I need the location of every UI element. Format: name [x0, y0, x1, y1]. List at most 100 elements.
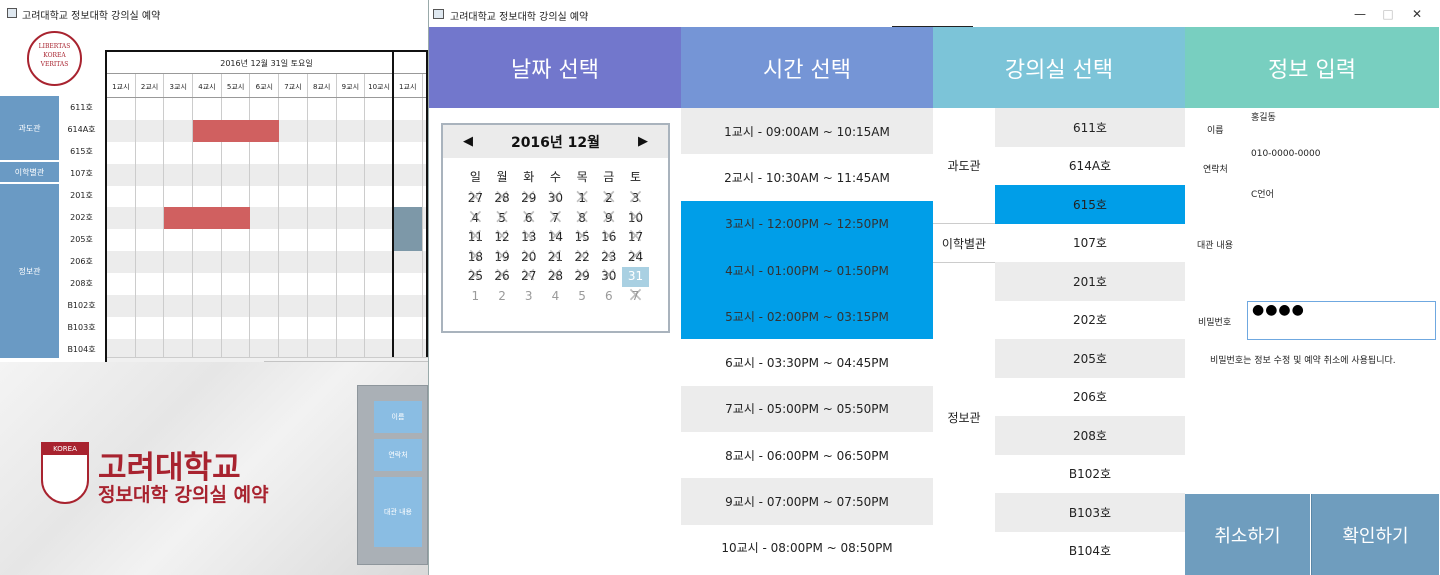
time-slot[interactable]: 8교시 - 06:00PM ~ 06:50PM: [681, 432, 933, 478]
reserved-slot[interactable]: [164, 207, 194, 230]
building-column: 과도관 이학별관 정보관: [0, 96, 59, 360]
calendar-month-label[interactable]: 2016년 12월: [511, 132, 600, 152]
period-label: 3교시: [164, 74, 194, 97]
calendar-day: 25: [462, 265, 489, 287]
grid-row: [107, 98, 426, 120]
building-label: 이학별관: [0, 162, 59, 184]
room-label: 208호: [70, 279, 93, 288]
minimize-button[interactable]: —: [1345, 5, 1375, 23]
building-item[interactable]: 이학별관: [933, 223, 995, 263]
reserved-slot[interactable]: [221, 119, 251, 142]
content-field[interactable]: C언어: [1251, 187, 1274, 200]
grid-period-header: 1교시 2교시 3교시 4교시 5교시 6교시 7교시 8교시 9교시 10교시…: [107, 74, 426, 98]
time-slot[interactable]: 6교시 - 03:30PM ~ 04:45PM: [681, 339, 933, 385]
reserved-slot[interactable]: [393, 229, 423, 252]
prev-month-icon[interactable]: ◀: [463, 134, 473, 149]
grid-row: [107, 119, 426, 142]
room-label: 615호: [70, 147, 93, 156]
room-item[interactable]: 205호: [995, 339, 1185, 378]
room-label: 206호: [70, 257, 93, 266]
weekday-row: 일 월 화 수 목 금 토: [443, 158, 668, 185]
room-label: B102호: [67, 301, 96, 310]
calendar-day: 7: [622, 285, 649, 307]
grid-row: [107, 295, 426, 317]
time-slot[interactable]: 10교시 - 08:00PM ~ 08:50PM: [681, 525, 933, 571]
time-slot-selected[interactable]: 4교시 - 01:00PM ~ 01:50PM: [681, 246, 933, 294]
period-label: 8교시: [308, 74, 337, 97]
weekday-label: 화: [523, 170, 535, 184]
weekday-label: 토: [629, 170, 641, 184]
period-label: 2교시: [136, 74, 165, 97]
content-label: 대관 내용: [1197, 241, 1233, 251]
room-item[interactable]: 614A호: [995, 147, 1185, 186]
reserved-slot[interactable]: [193, 207, 222, 230]
building-item[interactable]: 과도관: [933, 108, 995, 223]
panel-contact-label: 연락처: [374, 439, 422, 471]
building-label: 정보관: [0, 184, 59, 360]
building-item[interactable]: 정보관: [933, 263, 995, 571]
calendar-day[interactable]: 3: [515, 287, 542, 307]
reserved-slot[interactable]: [250, 119, 280, 142]
password-value: ●●●●: [1252, 302, 1305, 318]
brand-subtitle: 정보대학 강의실 예약: [98, 484, 269, 506]
period-label: 4교시: [193, 74, 222, 97]
password-field[interactable]: ●●●●: [1247, 301, 1436, 340]
room-label: 201호: [70, 191, 93, 200]
time-slot[interactable]: 2교시 - 10:30AM ~ 11:45AM: [681, 154, 933, 200]
room-item[interactable]: B104호: [995, 532, 1185, 571]
weekday-label: 수: [549, 170, 561, 184]
period-label: 1교시: [394, 74, 423, 97]
grid-row: [107, 229, 426, 252]
grid-date: 2016년 12월 31일 토요일: [107, 52, 426, 74]
reservation-window: 고려대학교 정보대학 강의실 예약 — □ ✕ 날짜 선택 시간 선택 강의실 …: [428, 0, 1439, 575]
time-slot-selected[interactable]: 3교시 - 12:00PM ~ 12:50PM: [681, 200, 933, 247]
calendar-day[interactable]: 4: [542, 287, 569, 307]
grid-row: [107, 163, 426, 186]
room-label: 107호: [70, 169, 93, 178]
close-button[interactable]: ✕: [1402, 5, 1432, 23]
calendar-day[interactable]: 5: [569, 287, 596, 307]
calendar-day[interactable]: 1: [462, 287, 489, 307]
university-emblem: KOREA: [41, 442, 89, 504]
reserved-slot[interactable]: [221, 207, 251, 230]
room-item[interactable]: 202호: [995, 301, 1185, 340]
calendar-days: 27 28 29 30 1 2 3 4 5 6 7 8 9 10 11 12 1…: [443, 185, 653, 306]
grid-row: [107, 251, 426, 274]
contact-field[interactable]: 010-0000-0000: [1251, 149, 1320, 159]
calendar-day[interactable]: 2: [489, 287, 516, 307]
confirm-button[interactable]: 확인하기: [1311, 494, 1439, 575]
name-field[interactable]: 홍길동: [1251, 110, 1276, 123]
reserved-slot[interactable]: [393, 207, 423, 230]
period-label: 10교시: [365, 74, 394, 97]
room-item[interactable]: B102호: [995, 455, 1185, 494]
time-slot[interactable]: 1교시 - 09:00AM ~ 10:15AM: [681, 108, 933, 155]
date-column-header: 날짜 선택: [429, 27, 681, 108]
room-item[interactable]: 206호: [995, 378, 1185, 417]
app-icon: [7, 8, 17, 18]
room-item-selected[interactable]: 615호: [995, 185, 1185, 224]
cancel-button[interactable]: 취소하기: [1185, 494, 1310, 575]
name-label: 이름: [1207, 126, 1224, 136]
maximize-button[interactable]: □: [1373, 5, 1403, 23]
room-item[interactable]: 208호: [995, 416, 1185, 455]
background-title-bar: 고려대학교 정보대학 강의실 예약: [0, 0, 428, 27]
time-slot[interactable]: 7교시 - 05:00PM ~ 05:50PM: [681, 385, 933, 433]
time-slot-list: 1교시 - 09:00AM ~ 10:15AM 2교시 - 10:30AM ~ …: [681, 108, 933, 571]
time-column-header: 시간 선택: [681, 27, 933, 108]
time-slot[interactable]: 9교시 - 07:00PM ~ 07:50PM: [681, 478, 933, 525]
emblem-text: KOREA: [43, 444, 87, 455]
background-window-title: 고려대학교 정보대학 강의실 예약: [22, 11, 161, 22]
next-month-icon[interactable]: ▶: [638, 134, 648, 149]
room-item[interactable]: 201호: [995, 262, 1185, 301]
room-item[interactable]: 611호: [995, 108, 1185, 147]
room-item[interactable]: 107호: [995, 224, 1185, 263]
window-title: 고려대학교 정보대학 강의실 예약: [450, 12, 589, 23]
time-slot-selected[interactable]: 5교시 - 02:00PM ~ 03:15PM: [681, 293, 933, 340]
calendar-day[interactable]: 6: [595, 287, 622, 307]
info-form: 이름 홍길동 연락처 010-0000-0000 C언어 대관 내용 비밀번호 …: [1185, 108, 1439, 494]
password-label: 비밀번호: [1198, 318, 1232, 328]
calendar-day: 24: [622, 246, 649, 268]
room-item[interactable]: B103호: [995, 493, 1185, 532]
reserved-slot[interactable]: [193, 119, 222, 142]
room-column: 611호 614A호 615호 107호 201호 202호 205호 206호…: [59, 96, 104, 360]
